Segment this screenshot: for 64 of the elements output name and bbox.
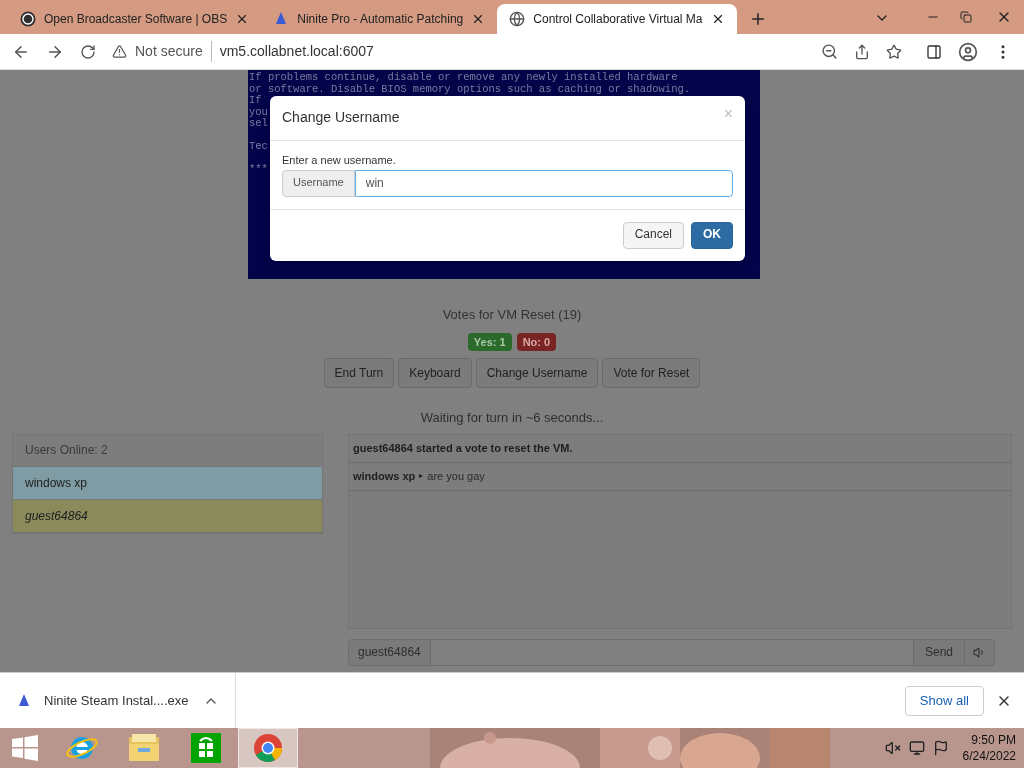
console-line: If problems continue, disable or remove any newly installed hardware	[249, 72, 678, 84]
bookmark-star-icon[interactable]	[886, 43, 902, 60]
globe-icon	[509, 11, 526, 27]
console-line: Tec	[249, 141, 268, 153]
sail-icon	[16, 692, 32, 709]
clock[interactable]: 9:50 PM 6/24/2022	[962, 732, 1016, 764]
cancel-button[interactable]: Cancel	[622, 221, 684, 249]
console-line: or software. Disable BIOS memory options such as caching or shadowing.	[249, 83, 691, 95]
username-addon: Username	[282, 169, 355, 197]
console-line: ***	[249, 164, 268, 176]
tab-title: Control Collaborative Virtual Ma	[533, 11, 703, 28]
clock-time: 9:50 PM	[971, 732, 1016, 748]
browser-tab[interactable]: Open Broadcaster Software | OBS	[8, 4, 262, 34]
ok-button[interactable]: OK	[691, 221, 733, 249]
speaker-icon	[973, 645, 986, 659]
network-icon[interactable]	[908, 740, 925, 756]
chat-username: windows xp	[353, 468, 416, 484]
obs-icon	[20, 11, 36, 27]
side-panel-icon[interactable]	[926, 43, 942, 60]
turn-status: Waiting for turn in ~6 seconds...	[420, 409, 604, 427]
url-text: vm5.collabnet.local:6007	[219, 42, 374, 61]
windows-start-icon[interactable]	[12, 735, 38, 761]
yes-vote-badge: Yes: 1	[467, 332, 512, 351]
taskbar-app[interactable]	[238, 728, 298, 768]
console-line: If	[249, 95, 262, 107]
chat-message: are you gay	[427, 468, 485, 484]
flag-icon[interactable]	[932, 740, 949, 756]
vm-screen[interactable]	[248, 70, 760, 279]
restore-icon[interactable]	[960, 11, 972, 23]
browser-tab[interactable]: Control Collaborative Virtual Ma	[497, 4, 737, 34]
share-icon[interactable]	[854, 43, 870, 60]
profile-icon[interactable]	[958, 41, 978, 62]
username-input-field[interactable]: win	[354, 169, 733, 197]
user-row[interactable]: guest64864	[13, 499, 322, 533]
store-icon	[191, 733, 221, 763]
clock-date: 6/24/2022	[962, 748, 1016, 764]
action-button[interactable]: Change Username	[475, 358, 599, 388]
action-button[interactable]: End Turn	[323, 358, 395, 388]
browser-tab[interactable]: Ninite Pro - Automatic Patching	[261, 4, 498, 34]
chat-username-label: guest64864	[348, 638, 431, 666]
user-list-header: Users Online: 2	[13, 434, 322, 467]
folder-icon	[128, 733, 160, 763]
address-bar[interactable]: Not secure vm5.collabnet.local:6007	[112, 41, 374, 62]
votes-title: Votes for VM Reset (19)	[442, 306, 582, 324]
tab-title: Open Broadcaster Software | OBS	[44, 11, 228, 28]
chrome-icon	[253, 733, 283, 763]
warning-icon	[112, 44, 127, 59]
tab-title: Ninite Pro - Automatic Patching	[297, 11, 464, 28]
show-all-button[interactable]: Show all	[904, 685, 984, 716]
modal-title: Change Username	[282, 112, 400, 124]
chat-message: guest64864 started a vote to reset the VM.	[353, 440, 573, 456]
security-label: Not secure	[135, 41, 212, 62]
user-row[interactable]: windows xp	[13, 466, 322, 500]
action-button[interactable]: Keyboard	[398, 358, 472, 388]
zoom-out-icon[interactable]	[821, 43, 838, 60]
console-line: sel	[249, 118, 268, 130]
separator-arrow: ▸	[419, 470, 424, 482]
action-button[interactable]: Vote for Reset	[602, 358, 701, 388]
download-filename: Ninite Steam Instal....exe	[44, 691, 189, 710]
reload-icon[interactable]	[80, 43, 96, 60]
no-vote-badge: No: 0	[516, 332, 557, 351]
prompt-text: Enter a new username.	[282, 155, 397, 167]
muted-speaker-icon[interactable]	[884, 740, 901, 756]
console-line: you	[249, 106, 268, 118]
